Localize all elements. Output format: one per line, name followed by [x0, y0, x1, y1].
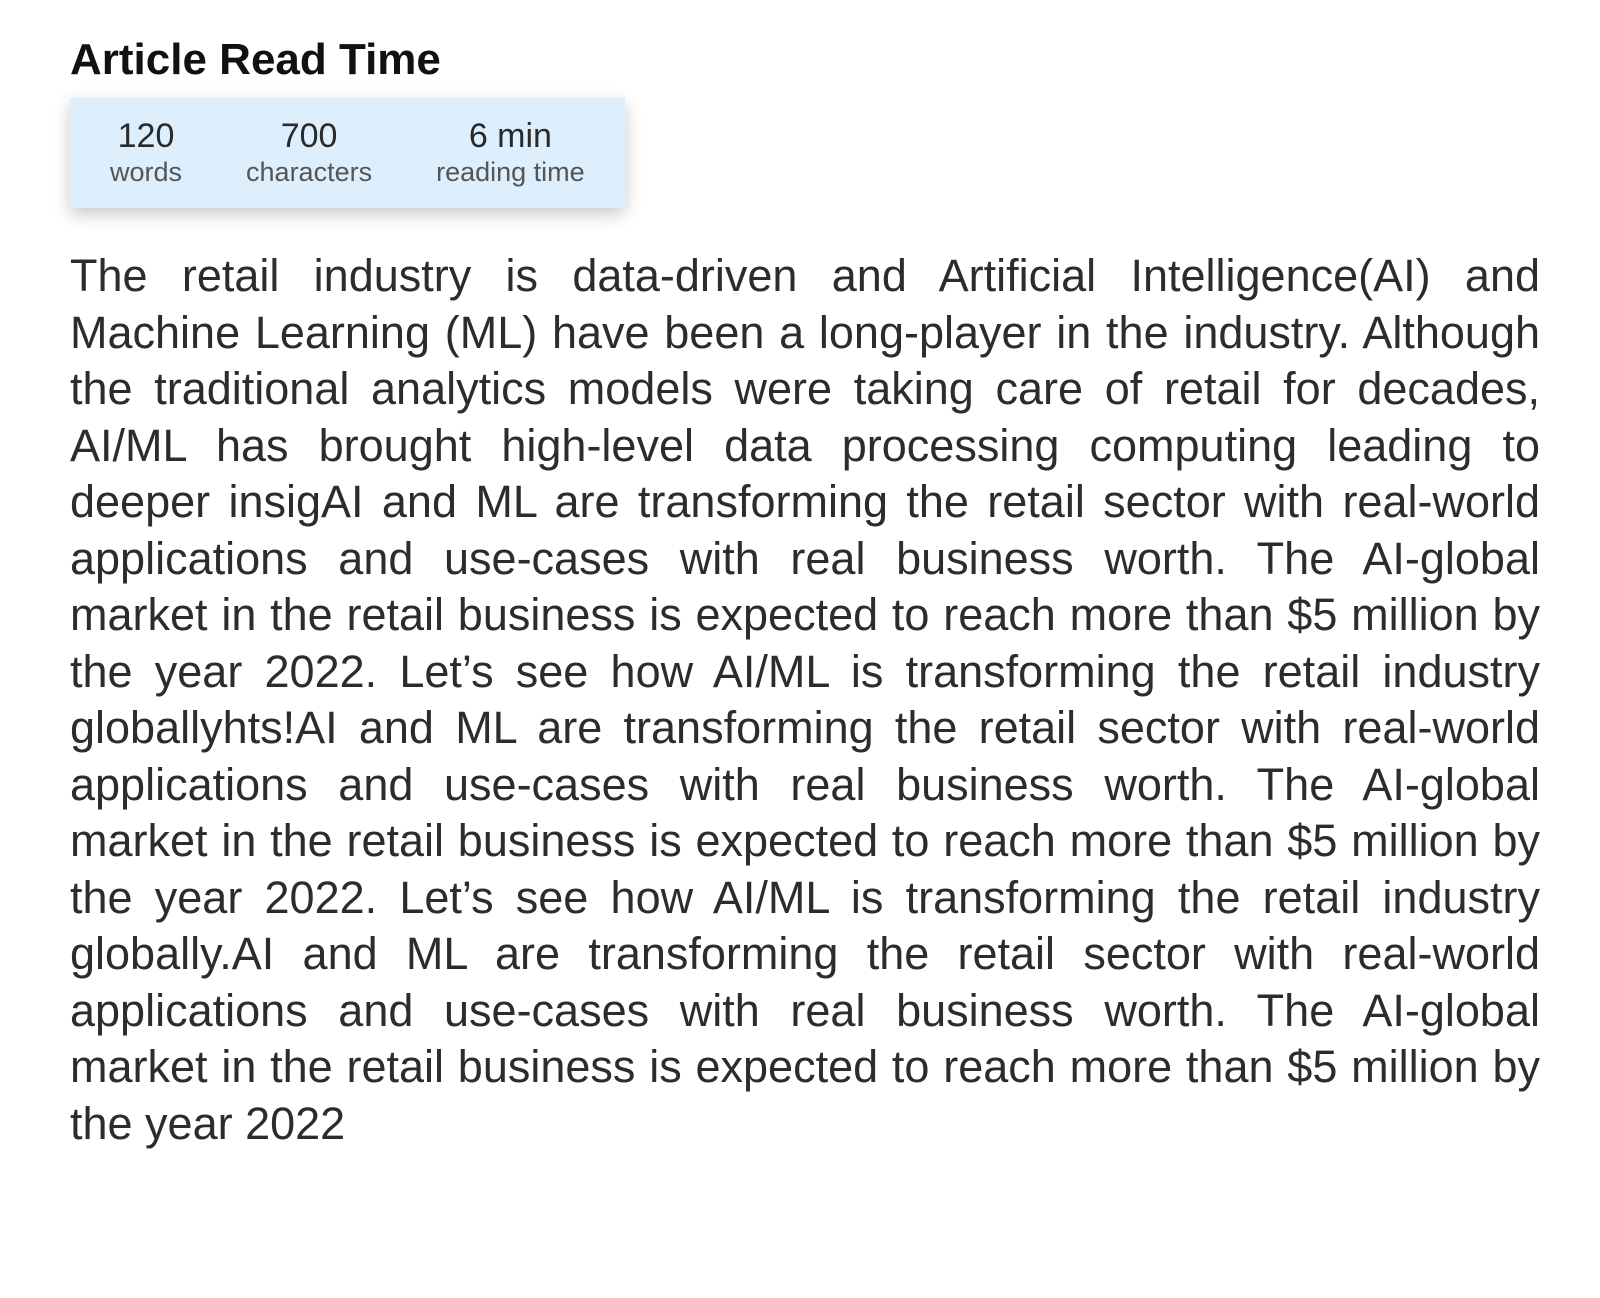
character-count-label: characters	[246, 157, 373, 187]
character-count-value: 700	[280, 117, 338, 155]
stat-words: 120 words	[110, 116, 182, 188]
reading-time-value: 6 min	[468, 117, 552, 155]
stat-characters: 700 characters	[246, 116, 372, 188]
word-count-label: words	[110, 157, 183, 187]
page-container: Article Read Time 120 words 700 characte…	[70, 30, 1540, 1152]
read-time-stats-card: 120 words 700 characters 6 min reading t…	[70, 98, 625, 208]
article-body: The retail industry is data-driven and A…	[70, 250, 1540, 1149]
word-count-value: 120	[117, 117, 175, 155]
page-title: Article Read Time	[70, 35, 441, 84]
stat-reading-time: 6 min reading time	[436, 116, 585, 188]
reading-time-label: reading time	[436, 157, 585, 187]
